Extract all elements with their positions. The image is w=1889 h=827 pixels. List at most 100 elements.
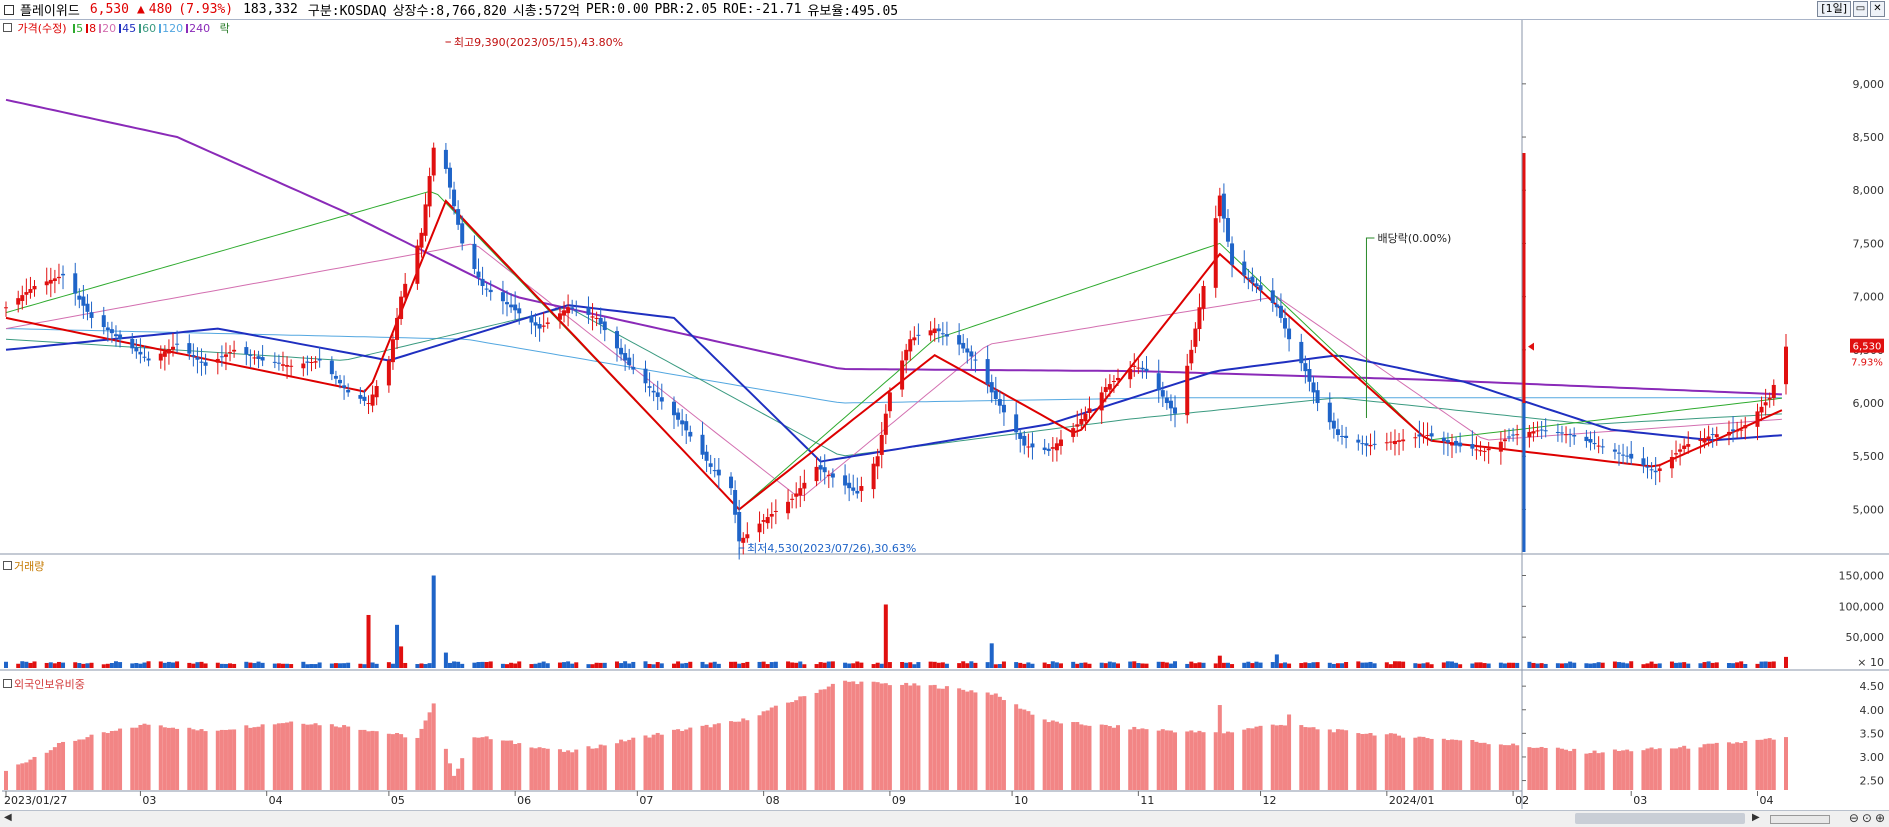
foreign-bar <box>1568 751 1572 790</box>
volume-bar <box>1369 662 1373 668</box>
volume-bar <box>1340 663 1344 668</box>
candle-up <box>20 295 24 301</box>
foreign-bar <box>961 690 965 790</box>
volume-bar <box>1283 662 1287 668</box>
foreign-bar <box>827 687 831 790</box>
volume-bar <box>1613 662 1617 668</box>
candle-down <box>476 272 480 278</box>
volume-bar <box>741 663 745 668</box>
candle-down <box>1022 436 1026 446</box>
foreign-bar <box>228 730 232 790</box>
chart-scrollbar[interactable]: ◀ ▶ ⊖ ⊙ ⊕ <box>0 810 1889 827</box>
zoom-slider[interactable] <box>1770 815 1830 824</box>
volume-bar <box>338 663 342 668</box>
foreign-bar <box>1772 740 1776 790</box>
foreign-bar <box>1071 722 1075 790</box>
zoom-in-icon[interactable]: ⊕ <box>1875 811 1885 825</box>
chart-canvas[interactable]: 5,0005,5006,0006,5007,0007,5008,0008,500… <box>0 0 1889 810</box>
foreign-bar <box>1584 754 1588 790</box>
foreign-bar <box>1287 714 1291 790</box>
x-tick-label: 04 <box>269 794 283 807</box>
foreign-bar <box>24 762 28 790</box>
candle-up <box>1421 436 1425 437</box>
volume-bar <box>1246 662 1250 668</box>
volume-bar <box>1487 664 1491 668</box>
price-tick-label: 5,500 <box>1853 450 1885 463</box>
candle-up <box>395 318 399 340</box>
volume-bar <box>855 661 859 668</box>
zoom-out-icon[interactable]: ⊖ <box>1849 811 1859 825</box>
volume-bar <box>1507 663 1511 668</box>
volume-bar <box>733 662 737 668</box>
volume-bar <box>1140 663 1144 668</box>
zoom-reset-icon[interactable]: ⊙ <box>1862 811 1872 825</box>
low-annotation: 최저4,530(2023/07/26),30.63% <box>747 542 916 555</box>
scroll-thumb[interactable] <box>1575 813 1745 824</box>
volume-bar <box>916 662 920 668</box>
candle-down <box>941 333 945 334</box>
scroll-left-icon[interactable]: ◀ <box>4 812 12 823</box>
volume-bar <box>362 664 366 668</box>
foreign-bar <box>652 735 656 790</box>
volume-bar <box>4 662 8 668</box>
foreign-bar <box>485 736 489 790</box>
foreign-bar <box>1454 740 1458 790</box>
foreign-bar <box>106 733 110 790</box>
foreign-bar <box>371 731 375 790</box>
volume-bar <box>472 663 476 668</box>
foreign-bar <box>1316 729 1320 790</box>
volume-bar <box>1079 663 1083 668</box>
foreign-bar <box>1145 729 1149 790</box>
volume-bar <box>45 663 49 668</box>
candle-down <box>460 223 464 243</box>
volume-bar <box>460 664 464 668</box>
foreign-bar <box>542 748 546 790</box>
foreign-bar <box>1507 745 1511 790</box>
foreign-bar <box>142 724 146 790</box>
candle-down <box>1617 453 1621 454</box>
foreign-checkbox-icon[interactable] <box>3 679 12 688</box>
foreign-bar <box>1544 748 1548 790</box>
volume-bar <box>1593 663 1597 668</box>
volume-bar <box>986 662 990 668</box>
legend-price-label: 가격(수정) <box>18 22 67 35</box>
foreign-bar <box>774 706 778 790</box>
candle-up <box>1185 366 1189 415</box>
volume-checkbox-icon[interactable] <box>3 561 12 570</box>
volume-bar <box>28 663 32 668</box>
candle-down <box>961 343 965 349</box>
foreign-bar <box>1625 750 1629 790</box>
x-tick-label: 12 <box>1263 794 1277 807</box>
foreign-bar <box>138 725 142 790</box>
candle-down <box>358 395 362 399</box>
candle-down <box>672 402 676 415</box>
candle-down <box>599 318 603 324</box>
volume-bar <box>309 664 313 668</box>
candle-down <box>529 316 533 323</box>
volume-bar <box>1173 661 1177 668</box>
volume-bar <box>1743 664 1747 668</box>
candle-down <box>973 360 977 361</box>
candle-down <box>603 321 607 330</box>
scroll-right-icon[interactable]: ▶ <box>1752 812 1760 823</box>
volume-bar <box>1584 663 1588 668</box>
candle-down <box>138 352 142 355</box>
foreign-bar <box>1727 742 1731 790</box>
foreign-bar <box>729 721 733 790</box>
volume-bar <box>872 664 876 668</box>
foreign-bar <box>1364 734 1368 790</box>
foreign-bar <box>1503 745 1507 790</box>
volume-bar <box>1047 664 1051 668</box>
volume-bar <box>705 664 709 668</box>
candle-down <box>330 361 334 375</box>
legend-checkbox-icon[interactable] <box>3 23 12 32</box>
candle-down <box>1621 455 1625 456</box>
volume-bar <box>1735 662 1739 668</box>
x-tick-label: 06 <box>517 794 531 807</box>
candle-up <box>167 349 171 353</box>
volume-bar <box>1739 661 1743 668</box>
foreign-tick-label: 3.00 <box>1860 751 1885 764</box>
volume-bar <box>1601 663 1605 668</box>
candle-down <box>1593 443 1597 444</box>
foreign-bar <box>395 733 399 790</box>
